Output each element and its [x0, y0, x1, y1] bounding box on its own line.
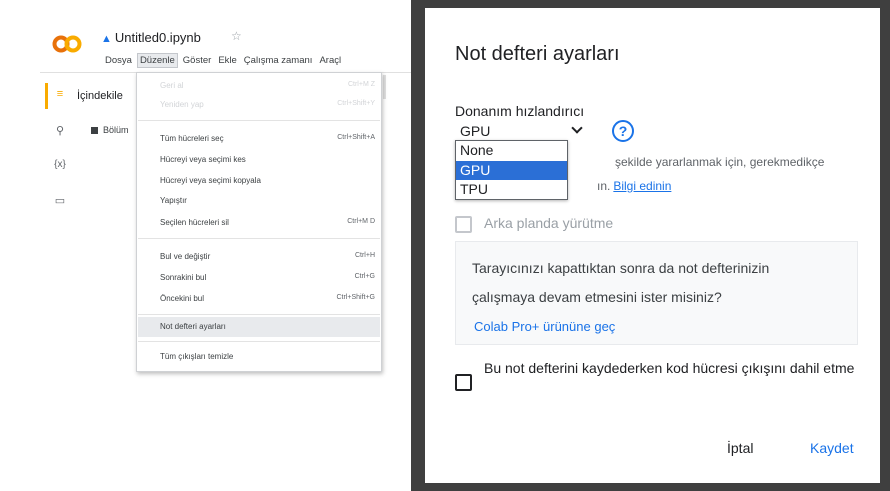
colab-logo-icon — [52, 35, 82, 53]
menu-runtime[interactable]: Çalışma zamanı — [242, 54, 315, 67]
menu-item-paste[interactable]: Yapıştır — [138, 191, 380, 211]
background-execution-checkbox[interactable] — [455, 216, 472, 233]
menu-item-copy[interactable]: Hücreyi veya seçimi kopyala — [138, 171, 380, 191]
accelerator-info-text: şekilde yararlanmak için, gerekmedikçe — [615, 155, 825, 169]
menu-file[interactable]: Dosya — [103, 54, 134, 67]
hardware-accelerator-label: Donanım hızlandırıcı — [455, 103, 585, 119]
rail-active-indicator — [45, 83, 48, 109]
upgrade-colab-pro-link[interactable]: Colab Pro+ ürününe geç — [474, 319, 615, 334]
option-tpu[interactable]: TPU — [456, 180, 567, 199]
menu-item-cut[interactable]: Hücreyi veya seçimi kes — [138, 150, 380, 170]
omit-output-checkbox[interactable] — [455, 374, 472, 391]
scrollbar[interactable] — [383, 75, 386, 99]
sidebar-item-label: Bölüm — [103, 125, 129, 135]
sidebar-title: İçindekile — [77, 90, 123, 102]
background-execution-label: Arka planda yürütme — [484, 215, 614, 231]
dialog-title: Not defteri ayarları — [455, 43, 620, 65]
menu-divider — [138, 314, 380, 315]
sidebar-item-section[interactable]: Bölüm — [91, 125, 129, 135]
menu-edit[interactable]: Düzenle — [136, 53, 178, 68]
menu-item-find-next[interactable]: Sonrakini bul Ctrl+G — [138, 268, 380, 288]
menu-item-find-replace[interactable]: Bul ve değiştir Ctrl+H — [138, 247, 380, 267]
omit-output-label: Bu not defterini kaydederken kod hücresi… — [484, 360, 855, 376]
menu-divider — [138, 341, 380, 342]
menu-item-find-previous[interactable]: Öncekini bul Ctrl+Shift+G — [138, 289, 380, 309]
learn-more-link[interactable]: Bilgi edinin — [613, 179, 671, 193]
drive-icon: ▲ — [101, 33, 112, 45]
notebook-settings-dialog: Not defteri ayarları Donanım hızlandırıc… — [425, 8, 880, 483]
menu-tools[interactable]: Araçl — [317, 54, 343, 67]
promo-text-line1: Tarayıcınızı kapattıktan sonra da not de… — [472, 260, 770, 276]
promo-text-line2: çalışmaya devam etmesini ister misiniz? — [472, 289, 722, 305]
section-icon — [91, 127, 98, 135]
search-icon[interactable]: ⚲ — [53, 124, 67, 137]
accelerator-info-line2: ın. Bilgi edinin — [597, 179, 672, 193]
menu-divider — [138, 238, 380, 239]
menu-item-clear-all-outputs[interactable]: Tüm çıkışları temizle — [138, 347, 380, 367]
cancel-button[interactable]: İptal — [727, 440, 753, 456]
menu-item-notebook-settings[interactable]: Not defteri ayarları — [138, 317, 380, 337]
notebook-file-name[interactable]: Untitled0.ipynb — [115, 30, 201, 45]
menu-item-undo: Geri al Ctrl+M Z — [160, 81, 375, 90]
menubar: Dosya Düzenle Göster Ekle Çalışma zamanı Araç… — [103, 53, 346, 69]
edit-menu-dropdown: Geri al Ctrl+M Z Yeniden yap Ctrl+Shift+Y … — [136, 72, 382, 372]
notebook-title[interactable]: ▲ Untitled0.ipynb — [101, 30, 201, 45]
option-none[interactable]: None — [456, 141, 567, 160]
select-current-value: GPU — [460, 123, 491, 139]
colab-window: ▲ Untitled0.ipynb ☆ Dosya Düzenle Göster Ekl… — [0, 0, 411, 491]
hardware-accelerator-select[interactable]: GPU — [457, 121, 587, 141]
star-icon[interactable]: ☆ — [231, 29, 242, 43]
chevron-down-icon — [571, 122, 583, 134]
option-gpu[interactable]: GPU — [456, 161, 567, 180]
help-icon[interactable]: ? — [612, 120, 634, 142]
menu-item-redo: Yeniden yap Ctrl+Shift+Y — [160, 100, 375, 109]
menu-insert[interactable]: Ekle — [216, 54, 238, 67]
colab-pro-promo: Tarayıcınızı kapattıktan sonra da not de… — [455, 241, 858, 345]
menu-view[interactable]: Göster — [181, 54, 214, 67]
save-button[interactable]: Kaydet — [810, 440, 854, 456]
folder-icon[interactable]: ▭ — [53, 194, 67, 207]
toc-icon[interactable]: ≡ — [53, 88, 67, 100]
menu-item-select-all-cells[interactable]: Tüm hücreleri seç Ctrl+Shift+A — [138, 129, 380, 149]
variables-icon[interactable]: {x} — [53, 159, 67, 170]
menu-item-delete-cells[interactable]: Seçilen hücreleri sil Ctrl+M D — [138, 213, 380, 233]
accelerator-options-list: None GPU TPU — [455, 140, 568, 200]
menu-divider — [138, 120, 380, 121]
